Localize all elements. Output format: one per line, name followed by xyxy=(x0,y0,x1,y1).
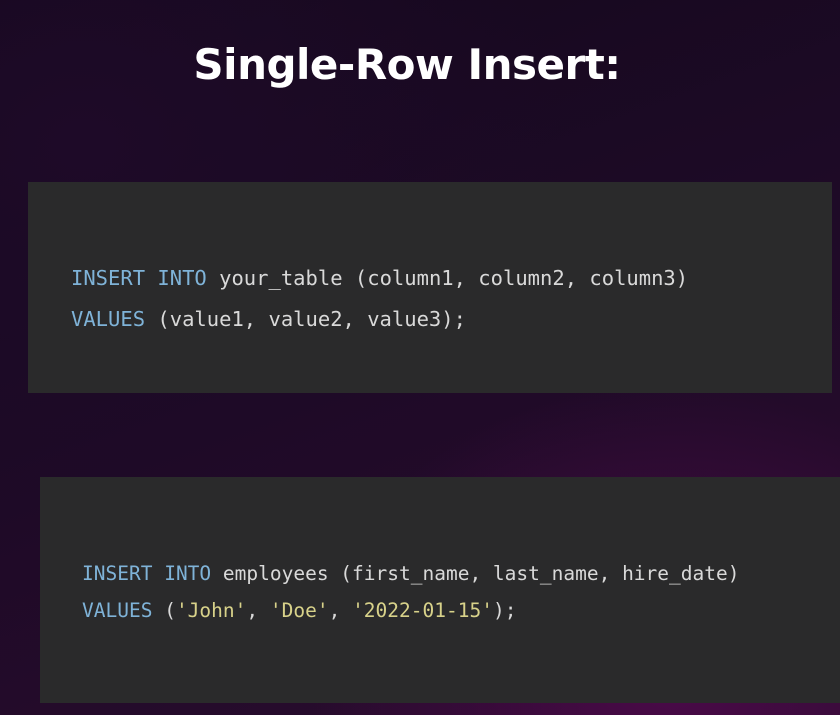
code-text: employees (first_name, last_name, hire_d… xyxy=(211,562,740,585)
string-literal: 'Doe' xyxy=(269,599,329,622)
code-text: (value1, value2, value3); xyxy=(145,307,466,331)
keyword-values: VALUES xyxy=(82,599,153,622)
string-literal: 'John' xyxy=(175,599,247,622)
code-line: VALUES (value1, value2, value3); xyxy=(71,299,832,340)
code-text: your_table (column1, column2, column3) xyxy=(206,266,689,290)
code-punct: ); xyxy=(492,599,517,622)
code-punct: , xyxy=(328,599,353,622)
keyword-into: INTO xyxy=(157,266,207,290)
code-punct: ( xyxy=(152,599,176,622)
code-line: VALUES ('John', 'Doe', '2022-01-15'); xyxy=(82,592,840,629)
code-block-syntax: INSERT INTO your_table (column1, column2… xyxy=(28,182,832,393)
keyword-insert: INSERT xyxy=(82,562,153,585)
code-line: INSERT INTO employees (first_name, last_… xyxy=(82,555,840,592)
keyword-into: INTO xyxy=(164,562,212,585)
keyword-insert: INSERT xyxy=(71,266,146,290)
slide-title: Single-Row Insert: xyxy=(193,40,621,89)
string-literal: '2022-01-15' xyxy=(352,599,493,622)
keyword-values: VALUES xyxy=(71,307,146,331)
code-block-example: INSERT INTO employees (first_name, last_… xyxy=(40,477,840,703)
code-punct: , xyxy=(246,599,270,622)
code-line: INSERT INTO your_table (column1, column2… xyxy=(71,258,832,299)
